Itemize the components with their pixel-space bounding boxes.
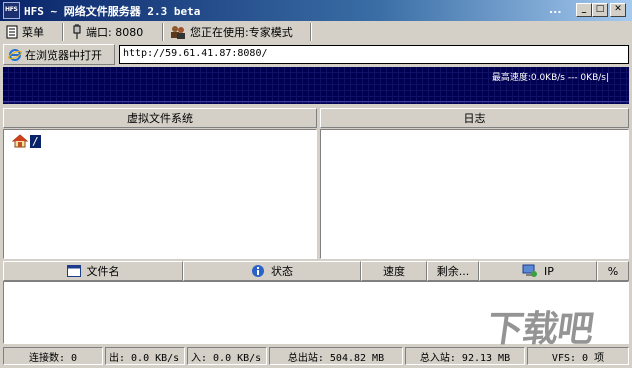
title-bar[interactable]: HFS HFS ~ 网络文件服务器 2.3 beta ... _ □ ✕ xyxy=(0,0,632,21)
ie-icon xyxy=(8,48,22,61)
status-bar: 连接数: 0 出: 0.0 KB/s 入: 0.0 KB/s 总出站: 504.… xyxy=(0,345,632,368)
hfs-app-icon[interactable]: HFS xyxy=(3,2,20,19)
close-button[interactable]: ✕ xyxy=(610,3,626,17)
info-icon xyxy=(252,265,264,277)
menu-label: 菜单 xyxy=(22,26,44,39)
home-icon xyxy=(12,134,28,148)
vfs-root-item[interactable]: / xyxy=(12,134,41,148)
plug-icon xyxy=(73,24,81,39)
network-computer-icon xyxy=(522,264,538,277)
status-total-in: 总入站: 92.13 MB xyxy=(405,347,525,365)
log-panel[interactable] xyxy=(320,129,629,259)
col-status[interactable]: 状态 xyxy=(183,261,361,281)
window-title: HFS ~ 网络文件服务器 2.3 beta xyxy=(24,5,201,18)
url-field[interactable]: http://59.61.41.87:8080/ xyxy=(119,45,629,64)
port-button[interactable]: 端口: 8080 xyxy=(72,22,143,42)
status-connections: 连接数: 0 xyxy=(3,347,103,365)
status-in-speed: 入: 0.0 KB/s xyxy=(187,347,267,365)
speed-readout: 最高速度:0.0KB/s --- 0KB/s| xyxy=(491,73,609,83)
col-speed[interactable]: 速度 xyxy=(361,261,427,281)
col-ip[interactable]: IP xyxy=(479,261,597,281)
minimize-button[interactable]: _ xyxy=(576,3,592,17)
status-vfs-items: VFS: 0 项 xyxy=(527,347,629,365)
connections-list[interactable] xyxy=(3,281,629,344)
status-total-out: 总出站: 504.82 MB xyxy=(269,347,403,365)
port-label: 端口: 8080 xyxy=(86,26,144,39)
url-row: 在浏览器中打开 http://59.61.41.87:8080/ xyxy=(0,43,632,67)
col-percent[interactable]: % xyxy=(597,261,629,281)
vfs-root-label: / xyxy=(30,134,41,148)
menu-icon xyxy=(6,25,18,39)
title-dots: ... xyxy=(549,3,562,16)
vfs-panel[interactable]: / xyxy=(3,129,317,259)
log-header: 日志 xyxy=(320,108,629,128)
connections-list-header: 文件名 状态 速度 剩余... IP % xyxy=(3,261,629,281)
toolbar: 菜单 端口: 8080 您正在使用:专家模式 xyxy=(0,21,632,43)
col-remaining[interactable]: 剩余... xyxy=(427,261,479,281)
mode-label: 您正在使用:专家模式 xyxy=(190,26,293,39)
users-icon xyxy=(171,26,185,39)
status-out-speed: 出: 0.0 KB/s xyxy=(105,347,185,365)
open-in-browser-button[interactable]: 在浏览器中打开 xyxy=(3,44,115,65)
maximize-button[interactable]: □ xyxy=(592,3,608,17)
window-icon xyxy=(66,265,81,277)
open-in-browser-label: 在浏览器中打开 xyxy=(25,48,102,62)
col-filename[interactable]: 文件名 xyxy=(3,261,183,281)
menu-button[interactable]: 菜单 xyxy=(6,22,44,42)
speed-graph: 最高速度:0.0KB/s --- 0KB/s| xyxy=(3,67,629,104)
vfs-header: 虚拟文件系统 xyxy=(3,108,317,128)
mode-button[interactable]: 您正在使用:专家模式 xyxy=(170,22,293,42)
